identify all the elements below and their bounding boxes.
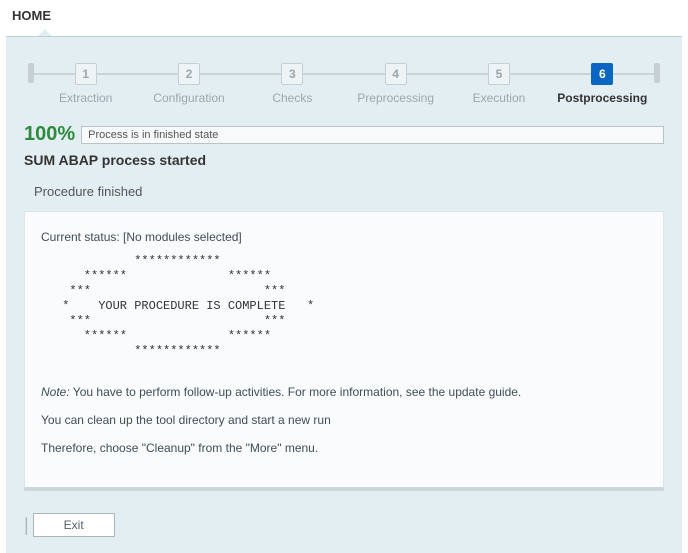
home-breadcrumb[interactable]: HOME xyxy=(0,0,688,29)
step-cap-right xyxy=(654,63,660,83)
ascii-art-message: ************ ****** ****** *** *** * YOU… xyxy=(55,254,647,359)
step-label: Checks xyxy=(241,91,344,105)
progress-percent: 100% xyxy=(24,123,75,146)
step-number: 4 xyxy=(385,63,407,85)
main-panel: 1 Extraction 2 Configuration 3 Checks 4 … xyxy=(6,36,682,553)
footer-divider-icon: | xyxy=(24,515,29,536)
step-preprocessing[interactable]: 4 Preprocessing xyxy=(344,63,447,105)
step-label: Configuration xyxy=(137,91,240,105)
step-number: 3 xyxy=(281,63,303,85)
note-prefix: Note: xyxy=(41,385,70,399)
step-label: Preprocessing xyxy=(344,91,447,105)
exit-button[interactable]: Exit xyxy=(33,513,115,537)
cleanup-text-2: Therefore, choose "Cleanup" from the "Mo… xyxy=(41,441,647,455)
step-number: 1 xyxy=(75,63,97,85)
step-number: 2 xyxy=(178,63,200,85)
note-line: Note: You have to perform follow-up acti… xyxy=(41,385,647,399)
status-row: 100% Process is in finished state xyxy=(6,123,682,150)
process-state-text: Process is in finished state xyxy=(81,126,664,144)
wizard-steps: 1 Extraction 2 Configuration 3 Checks 4 … xyxy=(6,37,682,123)
note-text: You have to perform follow-up activities… xyxy=(70,385,522,399)
step-extraction[interactable]: 1 Extraction xyxy=(34,63,137,105)
process-title: SUM ABAP process started xyxy=(6,150,682,178)
step-configuration[interactable]: 2 Configuration xyxy=(137,63,240,105)
home-pointer-icon xyxy=(38,29,52,36)
step-number: 6 xyxy=(591,63,613,85)
step-checks[interactable]: 3 Checks xyxy=(241,63,344,105)
step-execution[interactable]: 5 Execution xyxy=(447,63,550,105)
step-label: Postprocessing xyxy=(551,91,654,105)
step-number: 5 xyxy=(488,63,510,85)
procedure-subtitle: Procedure finished xyxy=(6,178,682,211)
cleanup-text-1: You can clean up the tool directory and … xyxy=(41,413,647,427)
content-box: Current status: [No modules selected] **… xyxy=(24,211,664,491)
current-status-text: Current status: [No modules selected] xyxy=(41,230,647,244)
step-label: Extraction xyxy=(34,91,137,105)
footer-bar: | Exit xyxy=(6,505,682,553)
step-label: Execution xyxy=(447,91,550,105)
step-postprocessing[interactable]: 6 Postprocessing xyxy=(551,63,654,105)
